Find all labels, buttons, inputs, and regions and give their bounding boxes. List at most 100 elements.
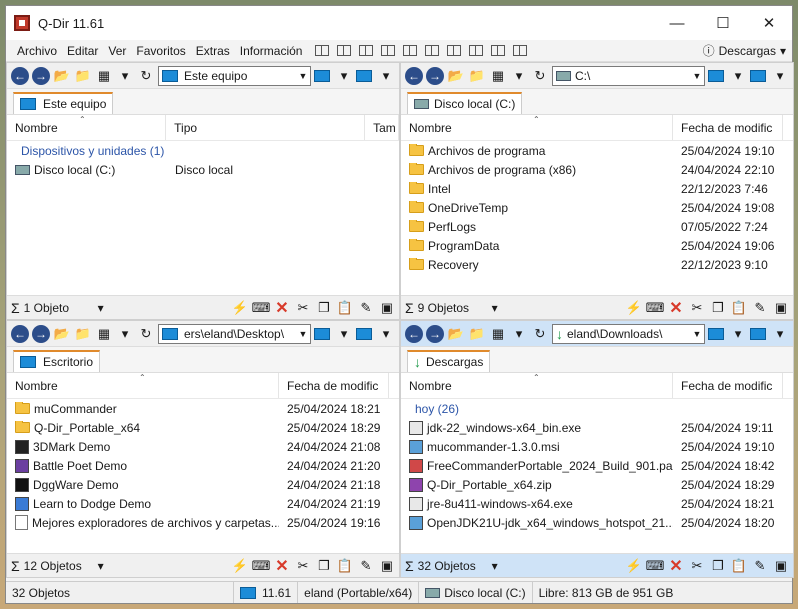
back-icon[interactable]: ← [11, 66, 29, 85]
up-folder-icon[interactable]: 📂 [447, 325, 465, 343]
list-item[interactable]: Q-Dir_Portable_x64 25/04/2024 18:29 [7, 418, 399, 437]
menu-favoritos[interactable]: Favoritos [131, 44, 190, 58]
column-fecha[interactable]: Fecha de modific [673, 373, 783, 398]
menu-extras[interactable]: Extras [191, 44, 235, 58]
chevron-down-icon[interactable]: ▼ [690, 71, 704, 81]
monitor-icon[interactable] [356, 325, 374, 343]
list-item[interactable]: OneDriveTemp 25/04/2024 19:08 [401, 198, 793, 217]
view-mode-icon[interactable]: ▦ [95, 325, 113, 343]
delete-icon[interactable]: ✕ [274, 300, 290, 317]
list-item[interactable]: Intel 22/12/2023 7:46 [401, 179, 793, 198]
paste-icon[interactable]: 📋 [731, 300, 747, 316]
maximize-button[interactable]: ☐ [700, 6, 746, 40]
column-nombre[interactable]: Nombre [7, 115, 167, 140]
address-input[interactable]: C:\ ▼ [552, 65, 705, 86]
refresh-icon[interactable]: ↻ [531, 67, 549, 85]
lightning-icon[interactable]: ⚡ [626, 300, 642, 316]
layout-icon[interactable] [513, 45, 528, 56]
refresh-icon[interactable]: ↻ [531, 325, 549, 343]
list-item[interactable]: OpenJDK21U-jdk_x64_windows_hotspot_21...… [401, 513, 793, 532]
monitor-icon[interactable] [356, 67, 374, 85]
forward-icon[interactable]: → [426, 66, 444, 85]
lightning-icon[interactable]: ⚡ [232, 300, 248, 316]
forward-icon[interactable]: → [32, 66, 50, 85]
list-item[interactable]: Learn to Dodge Demo 24/04/2024 21:19 [7, 494, 399, 513]
layout-icon[interactable] [491, 45, 506, 56]
list-item[interactable]: mucommander-1.3.0.msi 25/04/2024 19:10 [401, 437, 793, 456]
tab-disco-local[interactable]: Disco local (C:) [407, 92, 523, 114]
keyboard-icon[interactable]: ⌨ [646, 300, 665, 316]
address-input[interactable]: ↓ eland\Downloads\ ▼ [552, 323, 705, 344]
chevron-down-icon[interactable]: ▾ [510, 325, 528, 343]
address-input[interactable]: Este equipo ▼ [158, 65, 311, 86]
new-folder-icon[interactable]: 📁 [468, 325, 486, 343]
paste-icon[interactable]: 📋 [337, 558, 353, 574]
properties-icon[interactable]: ▣ [379, 300, 395, 316]
layout-icon[interactable] [315, 45, 330, 56]
menu-ver[interactable]: Ver [103, 44, 131, 58]
forward-icon[interactable]: → [32, 324, 50, 343]
delete-icon[interactable]: ✕ [668, 300, 684, 317]
chevron-down-icon[interactable]: ▾ [771, 67, 789, 85]
monitor-icon[interactable] [750, 325, 768, 343]
list-item[interactable]: Recovery 22/12/2023 9:10 [401, 255, 793, 274]
keyboard-icon[interactable]: ⌨ [252, 300, 271, 316]
cut-icon[interactable]: ✂ [689, 300, 705, 316]
cut-icon[interactable]: ✂ [295, 558, 311, 574]
list-item[interactable]: Q-Dir_Portable_x64.zip 25/04/2024 18:29 [401, 475, 793, 494]
rename-icon[interactable]: ✎ [752, 300, 768, 316]
column-fecha[interactable]: Fecha de modific [279, 373, 389, 398]
chevron-down-icon[interactable]: ▾ [729, 325, 747, 343]
chevron-down-icon[interactable]: ▾ [98, 559, 104, 573]
chevron-down-icon[interactable]: ▼ [296, 329, 310, 339]
copy-icon[interactable]: ❐ [710, 300, 726, 316]
column-fecha[interactable]: Fecha de modific [673, 115, 783, 140]
object-count[interactable]: 32 Objetos [418, 559, 488, 573]
chevron-down-icon[interactable]: ▾ [116, 325, 134, 343]
list-item[interactable]: Mejores exploradores de archivos y carpe… [7, 513, 399, 532]
object-count[interactable]: 1 Objeto [24, 301, 94, 315]
layout-icon[interactable] [403, 45, 418, 56]
group-header[interactable]: Dispositivos y unidades (1) [7, 141, 399, 160]
cut-icon[interactable]: ✂ [689, 558, 705, 574]
list-item[interactable]: Archivos de programa (x86) 24/04/2024 22:… [401, 160, 793, 179]
up-folder-icon[interactable]: 📂 [53, 325, 71, 343]
list-item[interactable]: DggWare Demo 24/04/2024 21:18 [7, 475, 399, 494]
rename-icon[interactable]: ✎ [752, 558, 768, 574]
delete-icon[interactable]: ✕ [274, 558, 290, 575]
chevron-down-icon[interactable]: ▼ [690, 329, 704, 339]
new-folder-icon[interactable]: 📁 [74, 67, 92, 85]
chevron-down-icon[interactable]: ▾ [492, 559, 498, 573]
chevron-down-icon[interactable]: ▾ [335, 325, 353, 343]
chevron-down-icon[interactable]: ▾ [492, 301, 498, 315]
back-icon[interactable]: ← [405, 324, 423, 343]
menu-informacion[interactable]: Información [235, 44, 308, 58]
minimize-button[interactable]: — [654, 6, 700, 40]
properties-icon[interactable]: ▣ [773, 300, 789, 316]
copy-icon[interactable]: ❐ [710, 558, 726, 574]
back-icon[interactable]: ← [405, 66, 423, 85]
chevron-down-icon[interactable]: ▾ [98, 301, 104, 315]
chevron-down-icon[interactable]: ▾ [771, 325, 789, 343]
list-item[interactable]: muCommander 25/04/2024 18:21 [7, 399, 399, 418]
menu-editar[interactable]: Editar [62, 44, 103, 58]
properties-icon[interactable]: ▣ [773, 558, 789, 574]
list-item[interactable]: ProgramData 25/04/2024 19:06 [401, 236, 793, 255]
monitor-icon[interactable] [708, 67, 726, 85]
list-item[interactable]: Battle Poet Demo 24/04/2024 21:20 [7, 456, 399, 475]
object-count[interactable]: 12 Objetos [24, 559, 94, 573]
descargas-menu[interactable]: ⓘ Descargas ▾ [703, 42, 792, 59]
keyboard-icon[interactable]: ⌨ [646, 558, 665, 574]
back-icon[interactable]: ← [11, 324, 29, 343]
list-item[interactable]: jre-8u411-windows-x64.exe 25/04/2024 18:2… [401, 494, 793, 513]
monitor-icon[interactable] [708, 325, 726, 343]
chevron-down-icon[interactable]: ▾ [377, 325, 395, 343]
layout-icon[interactable] [469, 45, 484, 56]
properties-icon[interactable]: ▣ [379, 558, 395, 574]
lightning-icon[interactable]: ⚡ [626, 558, 642, 574]
copy-icon[interactable]: ❐ [316, 558, 332, 574]
layout-icon[interactable] [425, 45, 440, 56]
copy-icon[interactable]: ❐ [316, 300, 332, 316]
up-folder-icon[interactable]: 📂 [447, 67, 465, 85]
monitor-icon[interactable] [314, 67, 332, 85]
